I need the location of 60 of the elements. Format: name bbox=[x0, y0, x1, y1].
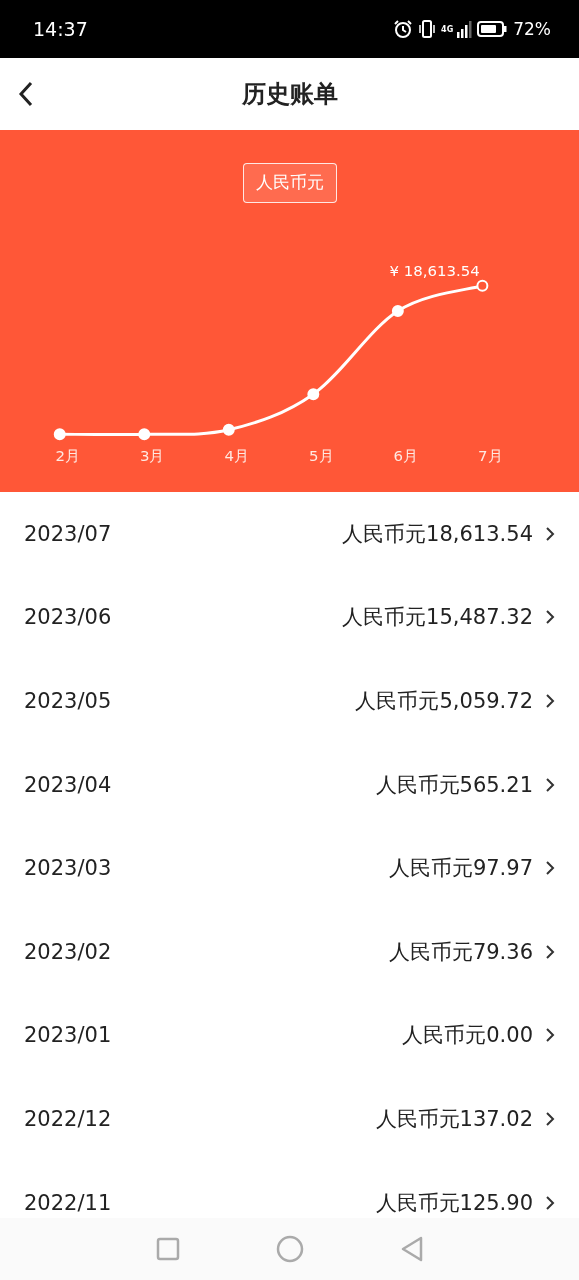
bill-row[interactable]: 2023/04 人民币元565.21 bbox=[0, 742, 579, 827]
bill-month: 2022/11 bbox=[24, 1190, 113, 1215]
bill-amount: 人民币元565.21 bbox=[375, 771, 533, 799]
bill-month: 2023/04 bbox=[24, 772, 113, 797]
bill-row[interactable]: 2023/02 人民币元79.36 bbox=[0, 909, 579, 994]
bill-month: 2023/03 bbox=[24, 856, 113, 881]
chart-point bbox=[222, 423, 235, 436]
axis-label: 7月 bbox=[478, 447, 503, 466]
chevron-right-icon bbox=[545, 1194, 555, 1211]
axis-label: 5月 bbox=[309, 447, 334, 466]
clock-time: 14:37 bbox=[33, 18, 88, 40]
battery-icon bbox=[477, 21, 508, 37]
chart-point bbox=[391, 304, 404, 317]
recents-icon[interactable] bbox=[155, 1237, 180, 1261]
bill-row[interactable]: 2023/05 人民币元5,059.72 bbox=[0, 659, 579, 743]
bill-month: 2022/12 bbox=[24, 1106, 113, 1131]
bill-month: 2023/02 bbox=[24, 939, 113, 964]
chevron-right-icon bbox=[545, 943, 555, 960]
bill-month: 2023/01 bbox=[24, 1023, 113, 1048]
signal-icon bbox=[457, 20, 474, 38]
axis-label: 4月 bbox=[224, 447, 250, 466]
bill-amount: 人民币元137.02 bbox=[375, 1105, 533, 1133]
bill-row[interactable]: 2022/12 人民币元137.02 bbox=[0, 1077, 579, 1161]
chart-point bbox=[307, 388, 320, 401]
chart-point bbox=[476, 279, 489, 292]
axis-label: 6月 bbox=[393, 447, 419, 466]
page-title: 历史账单 bbox=[241, 79, 338, 110]
chevron-right-icon bbox=[545, 1110, 555, 1127]
chart-point bbox=[53, 428, 66, 441]
vibrate-icon bbox=[417, 19, 438, 39]
bill-amount: 人民币元18,613.54 bbox=[342, 520, 533, 548]
bill-amount: 人民币元79.36 bbox=[388, 938, 533, 966]
bill-amount: 人民币元15,487.32 bbox=[342, 604, 533, 632]
home-icon[interactable] bbox=[275, 1235, 304, 1263]
bill-month: 2023/06 bbox=[24, 605, 113, 630]
bill-row[interactable]: 2023/01 人民币元0.00 bbox=[0, 993, 579, 1078]
bill-month: 2023/07 bbox=[24, 521, 113, 546]
bill-amount: 人民币元125.90 bbox=[375, 1189, 533, 1217]
bill-row[interactable]: 2022/11 人民币元125.90 bbox=[0, 1160, 579, 1218]
back-icon[interactable] bbox=[18, 81, 34, 107]
chevron-right-icon bbox=[545, 525, 555, 542]
axis-label: 3月 bbox=[140, 447, 165, 466]
chevron-right-icon bbox=[545, 693, 555, 709]
chevron-right-icon bbox=[545, 776, 555, 793]
chevron-right-icon bbox=[545, 609, 555, 626]
bill-month: 2023/05 bbox=[24, 689, 113, 713]
bill-amount: 人民币元0.00 bbox=[402, 1022, 533, 1050]
chevron-right-icon bbox=[545, 860, 555, 877]
bill-row[interactable]: 2023/06 人民币元15,487.32 bbox=[0, 575, 579, 660]
chart-point bbox=[138, 428, 151, 441]
bill-row[interactable]: 2023/07 人民币元18,613.54 bbox=[0, 492, 579, 576]
alarm-icon bbox=[393, 19, 414, 39]
bill-row[interactable]: 2023/03 人民币元97.97 bbox=[0, 826, 579, 910]
value-label: ¥ 18,613.54 bbox=[389, 261, 480, 280]
axis-label: 2月 bbox=[55, 447, 80, 466]
chevron-right-icon bbox=[545, 1027, 555, 1044]
battery-percent: 72% bbox=[513, 19, 551, 39]
network-type: 4G bbox=[441, 24, 454, 34]
bill-amount: 人民币元5,059.72 bbox=[355, 688, 533, 715]
bill-amount: 人民币元97.97 bbox=[388, 855, 533, 883]
